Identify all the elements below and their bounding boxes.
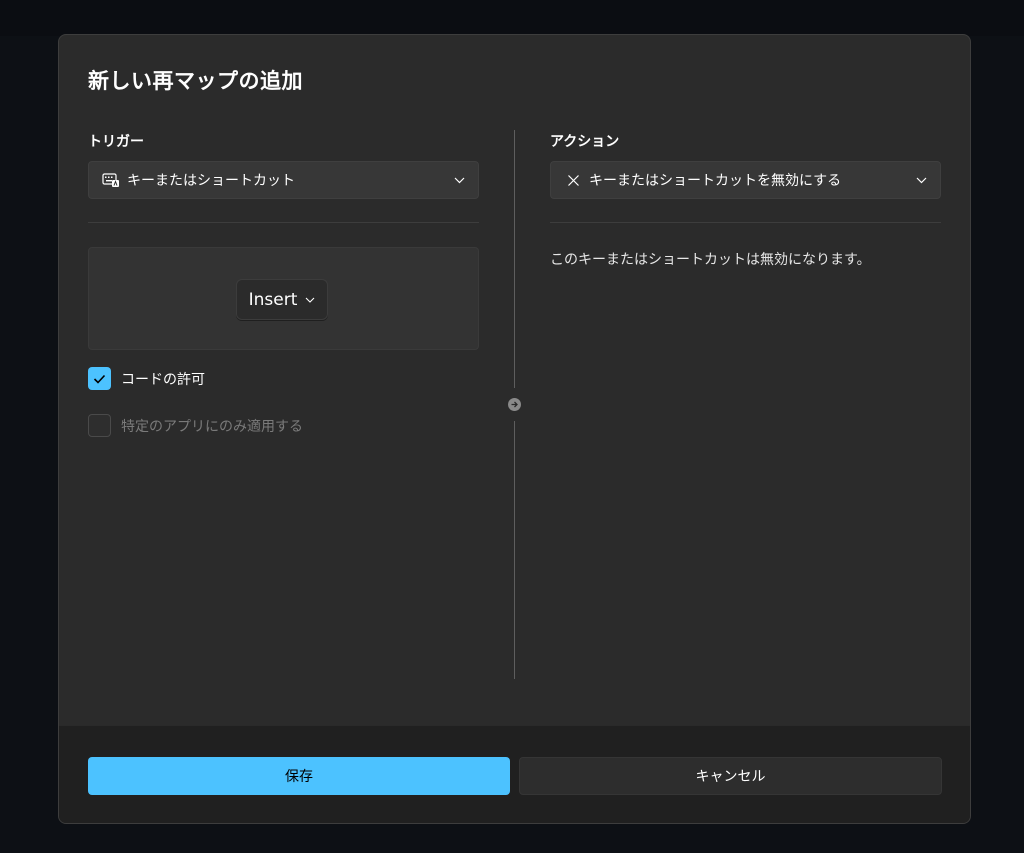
section-divider-bottom: [514, 421, 515, 679]
action-type-dropdown[interactable]: キーまたはショートカットを無効にする: [550, 161, 941, 199]
save-button[interactable]: 保存: [88, 757, 510, 795]
chevron-down-icon: [452, 173, 466, 187]
trigger-label: トリガー: [88, 134, 144, 150]
cancel-button[interactable]: キャンセル: [519, 757, 942, 795]
trigger-key-label: Insert: [248, 289, 298, 310]
app-specific-checkbox: [88, 414, 111, 437]
trigger-key-selector[interactable]: Insert: [236, 279, 328, 320]
dialog-title: 新しい再マップの追加: [88, 69, 303, 93]
chevron-down-icon: [914, 173, 928, 187]
close-icon: [563, 170, 583, 190]
trigger-type-dropdown[interactable]: キーまたはショートカット: [88, 161, 479, 199]
section-divider-top: [514, 130, 515, 388]
trigger-key-area: Insert: [88, 247, 479, 350]
trigger-separator: [88, 222, 479, 223]
trigger-type-value: キーまたはショートカット: [127, 173, 295, 189]
action-description: このキーまたはショートカットは無効になります。: [550, 252, 871, 268]
allow-chord-row[interactable]: コードの許可: [88, 367, 205, 390]
add-remap-dialog: 新しい再マップの追加 トリガー キーまたはショートカット Insert コードの…: [58, 34, 971, 824]
dialog-footer: 保存 キャンセル: [59, 725, 970, 823]
allow-chord-checkbox[interactable]: [88, 367, 111, 390]
allow-chord-label: コードの許可: [121, 371, 205, 388]
action-label: アクション: [550, 134, 620, 150]
chevron-down-icon: [305, 297, 315, 303]
arrow-right-icon: [508, 398, 521, 411]
keyboard-icon: [101, 170, 121, 190]
action-type-value: キーまたはショートカットを無効にする: [589, 173, 842, 189]
app-specific-row: 特定のアプリにのみ適用する: [88, 414, 303, 437]
app-specific-label: 特定のアプリにのみ適用する: [121, 418, 303, 435]
window-backdrop: [0, 0, 1024, 36]
action-separator: [550, 222, 941, 223]
